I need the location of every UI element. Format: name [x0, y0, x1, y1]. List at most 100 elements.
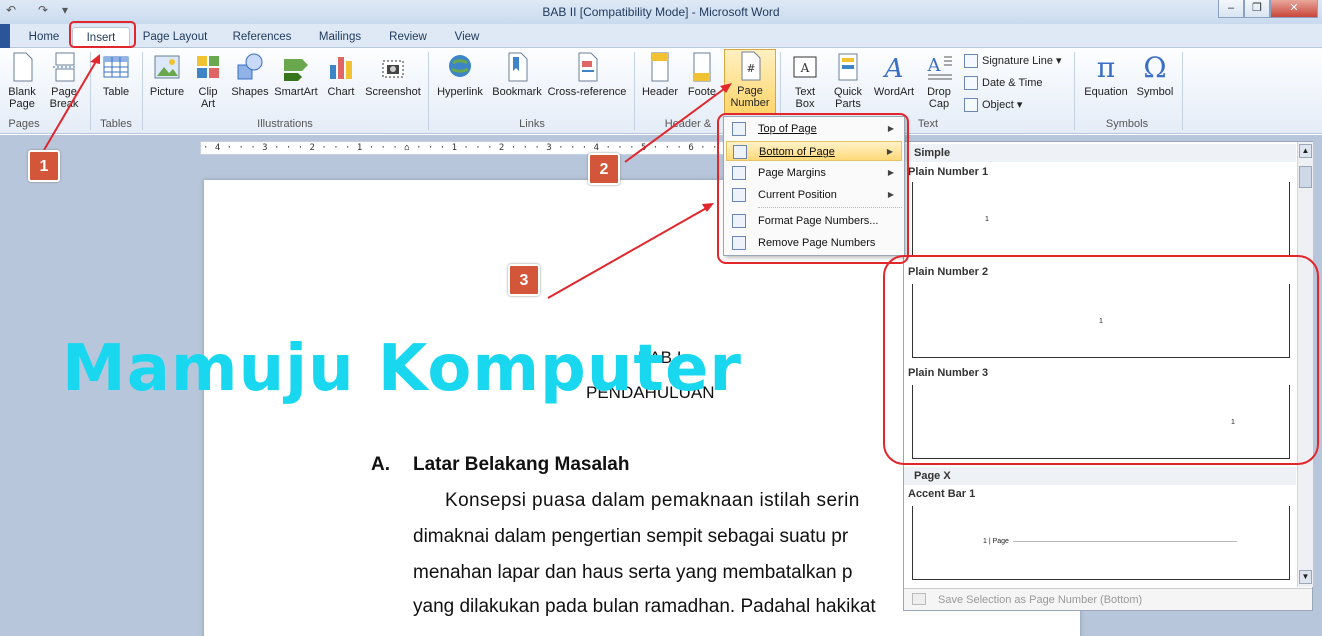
gallery-scrollbar[interactable]: ▲ ▼: [1297, 142, 1313, 587]
submenu-arrow-icon: ▶: [887, 168, 894, 177]
tab-mailings[interactable]: Mailings: [308, 27, 372, 48]
footer-button[interactable]: Foote: [682, 51, 722, 98]
quick-parts-button[interactable]: Quick Parts: [826, 51, 870, 110]
group-label-header-footer: Header &: [664, 118, 712, 130]
accent-bar-line: [1013, 541, 1237, 542]
tab-insert[interactable]: Insert: [72, 27, 130, 48]
bookmark-icon: [508, 52, 528, 82]
drop-cap-button[interactable]: A Drop Cap: [918, 51, 960, 110]
bookmark-button[interactable]: Bookmark: [488, 51, 546, 98]
equation-button[interactable]: π Equation: [1078, 51, 1134, 98]
hyperlink-button[interactable]: Hyperlink: [432, 51, 488, 98]
object-button[interactable]: Object ▾: [964, 95, 1022, 115]
group-separator: [142, 52, 143, 130]
menu-item-top-of-page[interactable]: Top of Page ▶: [726, 119, 902, 139]
tab-page-layout[interactable]: Page Layout: [136, 27, 214, 48]
minimize-button[interactable]: –: [1218, 0, 1244, 18]
chart-icon: [330, 57, 352, 79]
table-icon: [103, 56, 129, 78]
save-selection-icon: [912, 593, 926, 605]
page-icon: [732, 122, 746, 136]
symbol-button[interactable]: Ω Symbol: [1134, 51, 1176, 98]
gallery-section-simple: Simple: [904, 144, 1296, 162]
group-separator: [1182, 52, 1183, 130]
page-number-button[interactable]: # Page Number: [724, 49, 776, 115]
page-icon: [732, 166, 746, 180]
wordart-button[interactable]: A WordArt: [870, 51, 918, 98]
annotation-badge-2: 2: [588, 153, 620, 185]
text-box-icon: A: [793, 56, 817, 78]
tab-view[interactable]: View: [444, 27, 490, 48]
gallery-item-accent-bar-1[interactable]: 1 | Page: [912, 506, 1290, 580]
page-break-icon: [53, 52, 77, 82]
chart-button[interactable]: Chart: [322, 51, 360, 98]
blank-page-icon: [13, 52, 33, 82]
menu-item-bottom-of-page[interactable]: Bottom of Page ▶: [726, 141, 902, 161]
maximize-button[interactable]: ❐: [1244, 0, 1270, 18]
menu-item-format-page-numbers[interactable]: Format Page Numbers...: [726, 211, 902, 231]
smartart-icon: [284, 59, 308, 81]
close-button[interactable]: ✕: [1270, 0, 1318, 18]
group-separator: [1074, 52, 1075, 130]
shapes-button[interactable]: Shapes: [228, 51, 272, 98]
submenu-arrow-icon: ▶: [887, 190, 894, 199]
scroll-thumb[interactable]: [1299, 166, 1312, 188]
page-break-button[interactable]: Page Break: [44, 51, 84, 110]
menu-item-current-position[interactable]: Current Position ▶: [726, 185, 902, 205]
page-icon: [732, 188, 746, 202]
shapes-icon: [237, 53, 263, 80]
paragraph-line: Konsepsi puasa dalam pemaknaan istilah s…: [445, 490, 860, 511]
clip-art-button[interactable]: Clip Art: [190, 51, 226, 110]
svg-text:Ω: Ω: [1143, 51, 1166, 83]
gallery-item-title: Plain Number 3: [908, 367, 989, 379]
section-letter: A.: [371, 454, 390, 475]
cross-reference-button[interactable]: Cross-reference: [546, 51, 628, 98]
text-box-button[interactable]: A Text Box: [784, 51, 826, 110]
gallery-item-title: Plain Number 2: [908, 266, 989, 278]
thumb-page-number: 1: [1099, 318, 1103, 325]
hyperlink-icon: [449, 55, 471, 77]
group-label-illustrations: Illustrations: [257, 118, 313, 130]
submenu-arrow-icon: ▶: [887, 124, 894, 133]
cross-reference-icon: [578, 52, 598, 82]
file-tab[interactable]: [0, 24, 10, 48]
svg-text:π: π: [1097, 51, 1115, 83]
table-button[interactable]: Table: [94, 51, 138, 98]
gallery-section-page-x: Page X: [904, 467, 1296, 485]
screenshot-button[interactable]: Screenshot: [362, 51, 424, 98]
group-label-symbols: Symbols: [1105, 118, 1149, 130]
annotation-badge-3: 3: [508, 264, 540, 296]
format-icon: [732, 214, 746, 228]
tab-review[interactable]: Review: [380, 27, 436, 48]
group-separator: [90, 52, 91, 130]
tab-home[interactable]: Home: [18, 27, 70, 48]
scroll-down-icon[interactable]: ▼: [1299, 570, 1312, 584]
word-window: ↶ ↷ ▾ BAB II [Compatibility Mode] - Micr…: [0, 0, 1322, 636]
signature-line-button[interactable]: Signature Line ▾: [964, 51, 1062, 71]
date-time-button[interactable]: Date & Time: [964, 73, 1043, 93]
thumb-page-number: 1: [1231, 419, 1235, 426]
gallery-item-plain-number-1[interactable]: 1: [912, 182, 1290, 256]
menu-item-page-margins[interactable]: Page Margins ▶: [726, 163, 902, 183]
ribbon-tabs: Home Insert Page Layout References Maili…: [0, 24, 1322, 48]
gallery-item-plain-number-3[interactable]: 1: [912, 385, 1290, 459]
gallery-item-plain-number-2[interactable]: 1: [912, 284, 1290, 358]
scroll-up-icon[interactable]: ▲: [1299, 144, 1312, 158]
picture-icon: [154, 55, 180, 79]
object-icon: [964, 98, 978, 113]
page-number-gallery: Simple Plain Number 1 1 Plain Number 2 1…: [903, 141, 1313, 611]
picture-button[interactable]: Picture: [146, 51, 188, 98]
watermark-text: Mamuju Komputer: [62, 332, 742, 406]
svg-text:A: A: [927, 55, 942, 76]
header-button[interactable]: Header: [638, 51, 682, 98]
paragraph-line: menahan lapar dan haus serta yang membat…: [413, 562, 853, 583]
drop-cap-icon: A: [927, 55, 952, 80]
paragraph-line: yang dilakukan pada bulan ramadhan. Pada…: [413, 596, 876, 617]
tab-references[interactable]: References: [224, 27, 300, 48]
menu-item-remove-page-numbers[interactable]: Remove Page Numbers: [726, 233, 902, 253]
smartart-button[interactable]: SmartArt: [272, 51, 320, 98]
svg-text:#: #: [746, 62, 755, 75]
save-selection-item[interactable]: Save Selection as Page Number (Bottom): [904, 588, 1312, 610]
ribbon-insert: Blank Page Page Break Pages Table Tables…: [0, 48, 1322, 134]
blank-page-button[interactable]: Blank Page: [2, 51, 42, 110]
